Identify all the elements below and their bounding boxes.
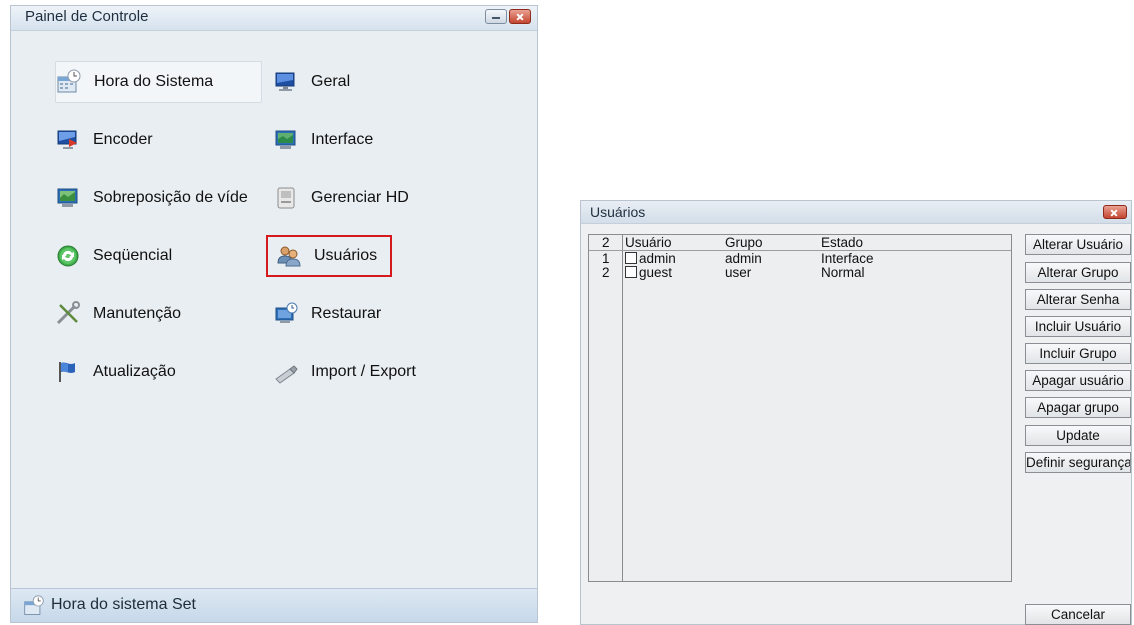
alterar-senha-button[interactable]: Alterar Senha	[1025, 289, 1131, 310]
item-label: Restaurar	[311, 305, 382, 322]
monitor-icon	[273, 69, 299, 95]
row-state: Normal	[821, 265, 865, 280]
sequence-refresh-icon	[55, 243, 81, 269]
item-sequencial[interactable]: Seqüencial	[55, 235, 262, 277]
row-user-name: admin	[639, 251, 676, 266]
item-hora-do-sistema[interactable]: Hora do Sistema	[55, 61, 262, 103]
item-sobreposicao-de-video[interactable]: Sobreposição de víde	[55, 177, 269, 219]
apagar-usuario-button[interactable]: Apagar usuário	[1025, 370, 1131, 391]
encoder-monitor-icon	[55, 127, 81, 153]
item-label: Manutenção	[93, 305, 182, 322]
overlay-monitor-icon	[55, 185, 81, 211]
users-table: 2 Usuário Grupo Estado 1 admin admin Int…	[588, 234, 1012, 582]
item-label: Encoder	[93, 131, 153, 148]
clock-calendar-icon	[23, 595, 45, 617]
item-encoder[interactable]: Encoder	[55, 119, 262, 161]
alterar-grupo-button[interactable]: Alterar Grupo	[1025, 262, 1131, 283]
apagar-grupo-button[interactable]: Apagar grupo	[1025, 397, 1131, 418]
row-index: 1	[602, 251, 610, 266]
users-window: Usuários 2 Usuário Grupo Estado 1 admin …	[580, 200, 1132, 625]
title-bar: Usuários	[581, 201, 1131, 224]
item-label: Import / Export	[311, 363, 416, 380]
title-bar: Painel de Controle	[11, 6, 537, 31]
users-icon	[276, 243, 302, 269]
flag-icon	[55, 359, 81, 385]
tools-icon	[55, 301, 81, 327]
close-button[interactable]	[1103, 205, 1127, 219]
row-group: user	[725, 265, 752, 280]
definir-seguranca-button[interactable]: Definir segurança	[1025, 452, 1131, 473]
item-label: Gerenciar HD	[311, 189, 409, 206]
item-manutencao[interactable]: Manutenção	[55, 293, 262, 335]
minimize-button[interactable]	[485, 9, 507, 24]
window-title: Painel de Controle	[25, 8, 149, 25]
item-geral[interactable]: Geral	[273, 61, 473, 103]
item-usuarios[interactable]: Usuários	[266, 235, 392, 277]
window-title: Usuários	[590, 204, 646, 220]
restore-computer-icon	[273, 301, 299, 327]
interface-monitor-icon	[273, 127, 299, 153]
row-index: 2	[602, 265, 610, 280]
incluir-usuario-button[interactable]: Incluir Usuário	[1025, 316, 1131, 337]
incluir-grupo-button[interactable]: Incluir Grupo	[1025, 343, 1131, 364]
alterar-usuario-button[interactable]: Alterar Usuário	[1025, 234, 1131, 255]
row-user[interactable]: guest	[625, 266, 672, 280]
user-count: 2	[602, 235, 610, 250]
row-user[interactable]: admin	[625, 252, 676, 266]
close-button[interactable]	[509, 9, 531, 24]
item-label: Interface	[311, 131, 374, 148]
row-user-name: guest	[639, 265, 673, 280]
update-button[interactable]: Update	[1025, 425, 1131, 446]
header-estado: Estado	[821, 235, 864, 250]
item-label: Hora do Sistema	[94, 73, 214, 90]
row-state: Interface	[821, 251, 874, 266]
item-label: Usuários	[314, 247, 378, 264]
control-panel-window: Painel de Controle Hora do Sistema Geral…	[10, 5, 538, 623]
item-label: Geral	[311, 73, 351, 90]
item-label: Seqüencial	[93, 247, 173, 264]
header-usuario: Usuário	[625, 235, 672, 250]
usb-stick-icon	[273, 359, 299, 385]
item-label: Atualização	[93, 363, 176, 380]
hard-disk-icon	[273, 185, 299, 211]
item-interface[interactable]: Interface	[273, 119, 473, 161]
item-gerenciar-hd[interactable]: Gerenciar HD	[273, 177, 473, 219]
header-grupo: Grupo	[725, 235, 763, 250]
clock-calendar-icon	[56, 69, 82, 95]
item-import-export[interactable]: Import / Export	[273, 351, 483, 393]
status-text: Hora do sistema Set	[51, 596, 196, 613]
cancelar-button[interactable]: Cancelar	[1025, 604, 1131, 625]
row-checkbox[interactable]	[625, 252, 637, 264]
row-group: admin	[725, 251, 762, 266]
row-checkbox[interactable]	[625, 266, 637, 278]
column-divider	[622, 235, 623, 581]
status-bar: Hora do sistema Set	[11, 588, 537, 622]
item-restaurar[interactable]: Restaurar	[273, 293, 473, 335]
item-atualizacao[interactable]: Atualização	[55, 351, 262, 393]
item-label: Sobreposição de víde	[93, 189, 248, 206]
